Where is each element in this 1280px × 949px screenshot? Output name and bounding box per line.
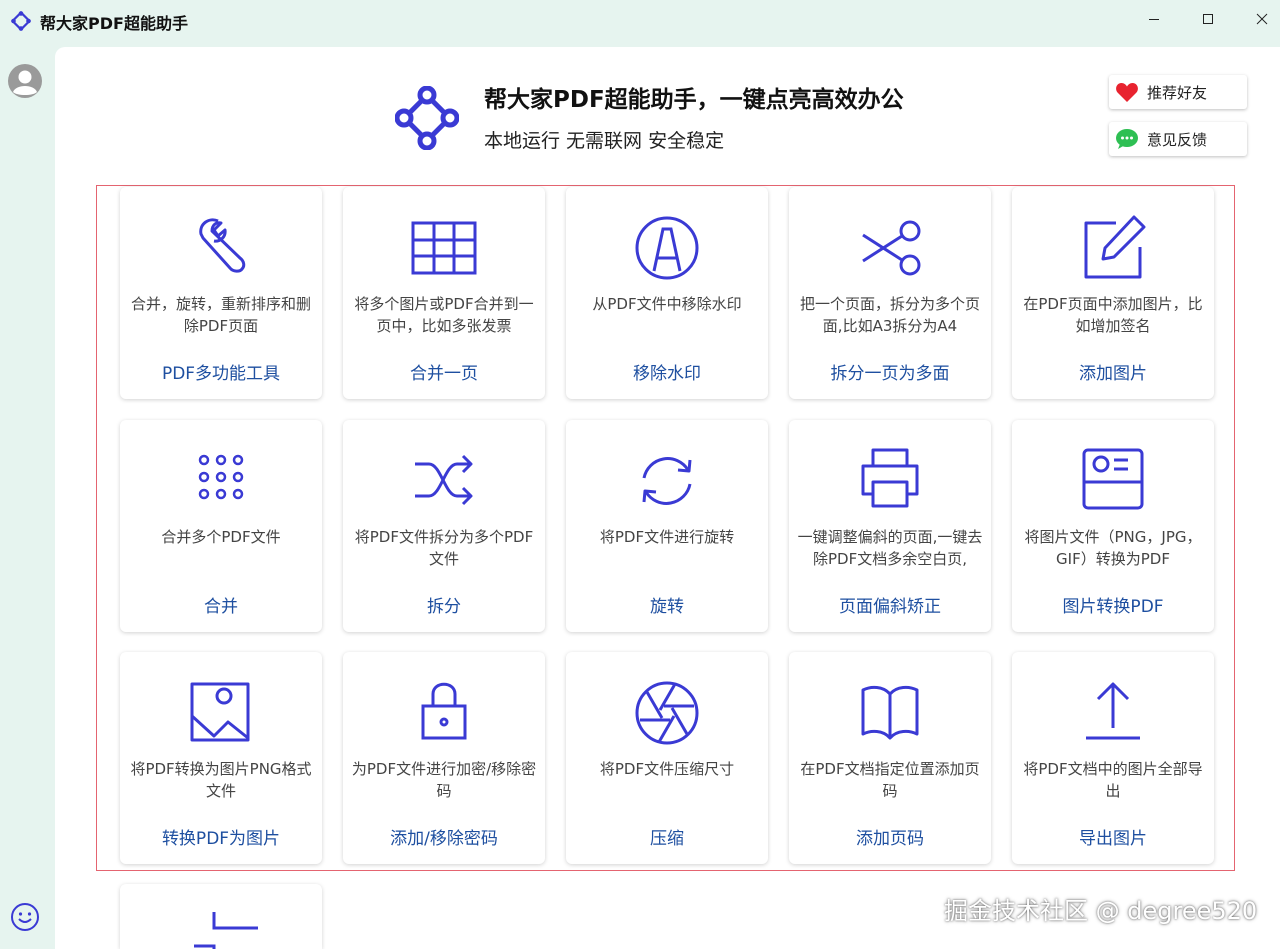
- maximize-icon: [1203, 14, 1213, 24]
- page-subtitle: 本地运行 无需联网 安全稳定: [484, 130, 725, 152]
- tool-desc: 将PDF文档中的图片全部导出: [1023, 760, 1203, 800]
- tool-desc: 将PDF文件压缩尺寸: [599, 760, 735, 778]
- book-icon: [861, 685, 919, 740]
- tool-desc: 将图片文件（PNG，JPG，GIF）转换为PDF: [1024, 528, 1202, 568]
- tool-label: 移除水印: [633, 364, 701, 384]
- tool-label: 旋转: [650, 597, 684, 617]
- tool-card-crop[interactable]: [120, 884, 322, 949]
- aperture-icon: [635, 681, 699, 745]
- tool-card-pdf-to-image[interactable]: 将PDF转换为图片PNG格式文件 转换PDF为图片: [120, 652, 322, 864]
- printer-icon: [861, 448, 919, 508]
- tool-desc: 将PDF文件进行旋转: [599, 528, 735, 546]
- tool-label: 转换PDF为图片: [161, 829, 281, 849]
- tool-label: 图片转换PDF: [1062, 597, 1164, 617]
- tool-card-password[interactable]: 为PDF文件进行加密/移除密码 添加/移除密码: [343, 652, 545, 864]
- tool-desc: 合并，旋转，重新排序和删除PDF页面: [130, 295, 311, 335]
- shuffle-icon: [415, 454, 473, 506]
- tool-card-pdf-multi-tool[interactable]: 合并，旋转，重新排序和删除PDF页面 PDF多功能工具: [120, 187, 322, 399]
- tool-desc: 合并多个PDF文件: [161, 528, 281, 546]
- dots-grid-icon: [198, 454, 244, 500]
- tool-label: 拆分一页为多面: [830, 364, 950, 384]
- smile-icon[interactable]: [10, 902, 40, 932]
- edit-icon: [1084, 215, 1146, 279]
- tool-card-split-page[interactable]: 把一个页面，拆分为多个页面,比如A3拆分为A4 拆分一页为多面: [789, 187, 991, 399]
- title-bar: 帮大家PDF超能助手: [0, 0, 1280, 40]
- tool-label: 拆分: [427, 597, 461, 617]
- chat-icon: [1116, 129, 1138, 149]
- close-button[interactable]: [1239, 4, 1280, 34]
- tool-label: PDF多功能工具: [161, 364, 281, 384]
- tool-card-split[interactable]: 将PDF文件拆分为多个PDF文件 拆分: [343, 420, 545, 632]
- tool-desc: 为PDF文件进行加密/移除密码: [351, 760, 537, 800]
- tool-card-compress[interactable]: 将PDF文件压缩尺寸 压缩: [566, 652, 768, 864]
- tool-label: 合并一页: [410, 364, 478, 384]
- tool-label: 导出图片: [1079, 829, 1147, 849]
- recommend-friend-button[interactable]: 推荐好友: [1109, 75, 1247, 109]
- recommend-friend-label: 推荐好友: [1147, 83, 1208, 102]
- heart-icon: [1116, 83, 1138, 102]
- tool-card-rotate[interactable]: 将PDF文件进行旋转 旋转: [566, 420, 768, 632]
- grid-table-icon: [411, 221, 477, 275]
- wrench-icon: [199, 218, 246, 273]
- tool-desc: 将多个图片或PDF合并到一页中，比如多张发票: [354, 295, 534, 335]
- page-title: 帮大家PDF超能助手，一键点亮高效办公: [484, 87, 904, 113]
- tool-card-page-number[interactable]: 在PDF文档指定位置添加页码 添加页码: [789, 652, 991, 864]
- app-logo-icon: [395, 86, 459, 150]
- maximize-button[interactable]: [1185, 4, 1231, 34]
- watermark-text: 掘金技术社区 @ degree520: [944, 897, 1258, 925]
- tool-card-export-images[interactable]: 将PDF文档中的图片全部导出 导出图片: [1012, 652, 1214, 864]
- app-logo-icon: [11, 11, 31, 31]
- tool-label: 合并: [204, 597, 238, 617]
- tool-desc: 一键调整偏斜的页面,一键去除PDF文档多余空白页,: [797, 528, 983, 568]
- upload-icon: [1086, 682, 1140, 740]
- tool-label: 添加/移除密码: [390, 829, 498, 849]
- tool-label: 添加图片: [1079, 364, 1147, 384]
- tool-card-remove-watermark[interactable]: 从PDF文件中移除水印 移除水印: [566, 187, 768, 399]
- tool-label: 添加页码: [856, 829, 924, 849]
- minimize-button[interactable]: [1131, 4, 1177, 34]
- tool-label: 页面偏斜矫正: [839, 597, 941, 617]
- tool-desc: 在PDF页面中添加图片，比如增加签名: [1023, 295, 1203, 335]
- crop-icon: [194, 912, 258, 949]
- lock-icon: [421, 682, 467, 740]
- close-icon: [1256, 13, 1268, 25]
- tool-desc: 将PDF文件拆分为多个PDF文件: [354, 528, 534, 568]
- rotate-icon: [642, 457, 692, 505]
- image-icon: [190, 682, 250, 742]
- tool-desc: 在PDF文档指定位置添加页码: [800, 760, 980, 800]
- tool-card-image-to-pdf[interactable]: 将图片文件（PNG，JPG，GIF）转换为PDF 图片转换PDF: [1012, 420, 1214, 632]
- tool-desc: 将PDF转换为图片PNG格式文件: [130, 760, 312, 800]
- watermark-a-icon: [635, 216, 699, 280]
- window-title: 帮大家PDF超能助手: [40, 14, 188, 33]
- tool-desc: 从PDF文件中移除水印: [592, 295, 742, 313]
- tool-card-deskew[interactable]: 一键调整偏斜的页面,一键去除PDF文档多余空白页, 页面偏斜矫正: [789, 420, 991, 632]
- tool-card-merge[interactable]: 合并多个PDF文件 合并: [120, 420, 322, 632]
- feedback-label: 意见反馈: [1147, 130, 1208, 149]
- tool-card-add-image[interactable]: 在PDF页面中添加图片，比如增加签名 添加图片: [1012, 187, 1214, 399]
- tool-label: 压缩: [650, 829, 684, 849]
- scissors-icon: [862, 220, 921, 276]
- feedback-button[interactable]: 意见反馈: [1109, 122, 1247, 156]
- user-avatar-icon[interactable]: [7, 63, 43, 99]
- tool-card-merge-one-page[interactable]: 将多个图片或PDF合并到一页中，比如多张发票 合并一页: [343, 187, 545, 399]
- id-card-icon: [1082, 448, 1144, 510]
- tool-desc: 把一个页面，拆分为多个页面,比如A3拆分为A4: [799, 295, 980, 335]
- minimize-icon: [1149, 19, 1159, 20]
